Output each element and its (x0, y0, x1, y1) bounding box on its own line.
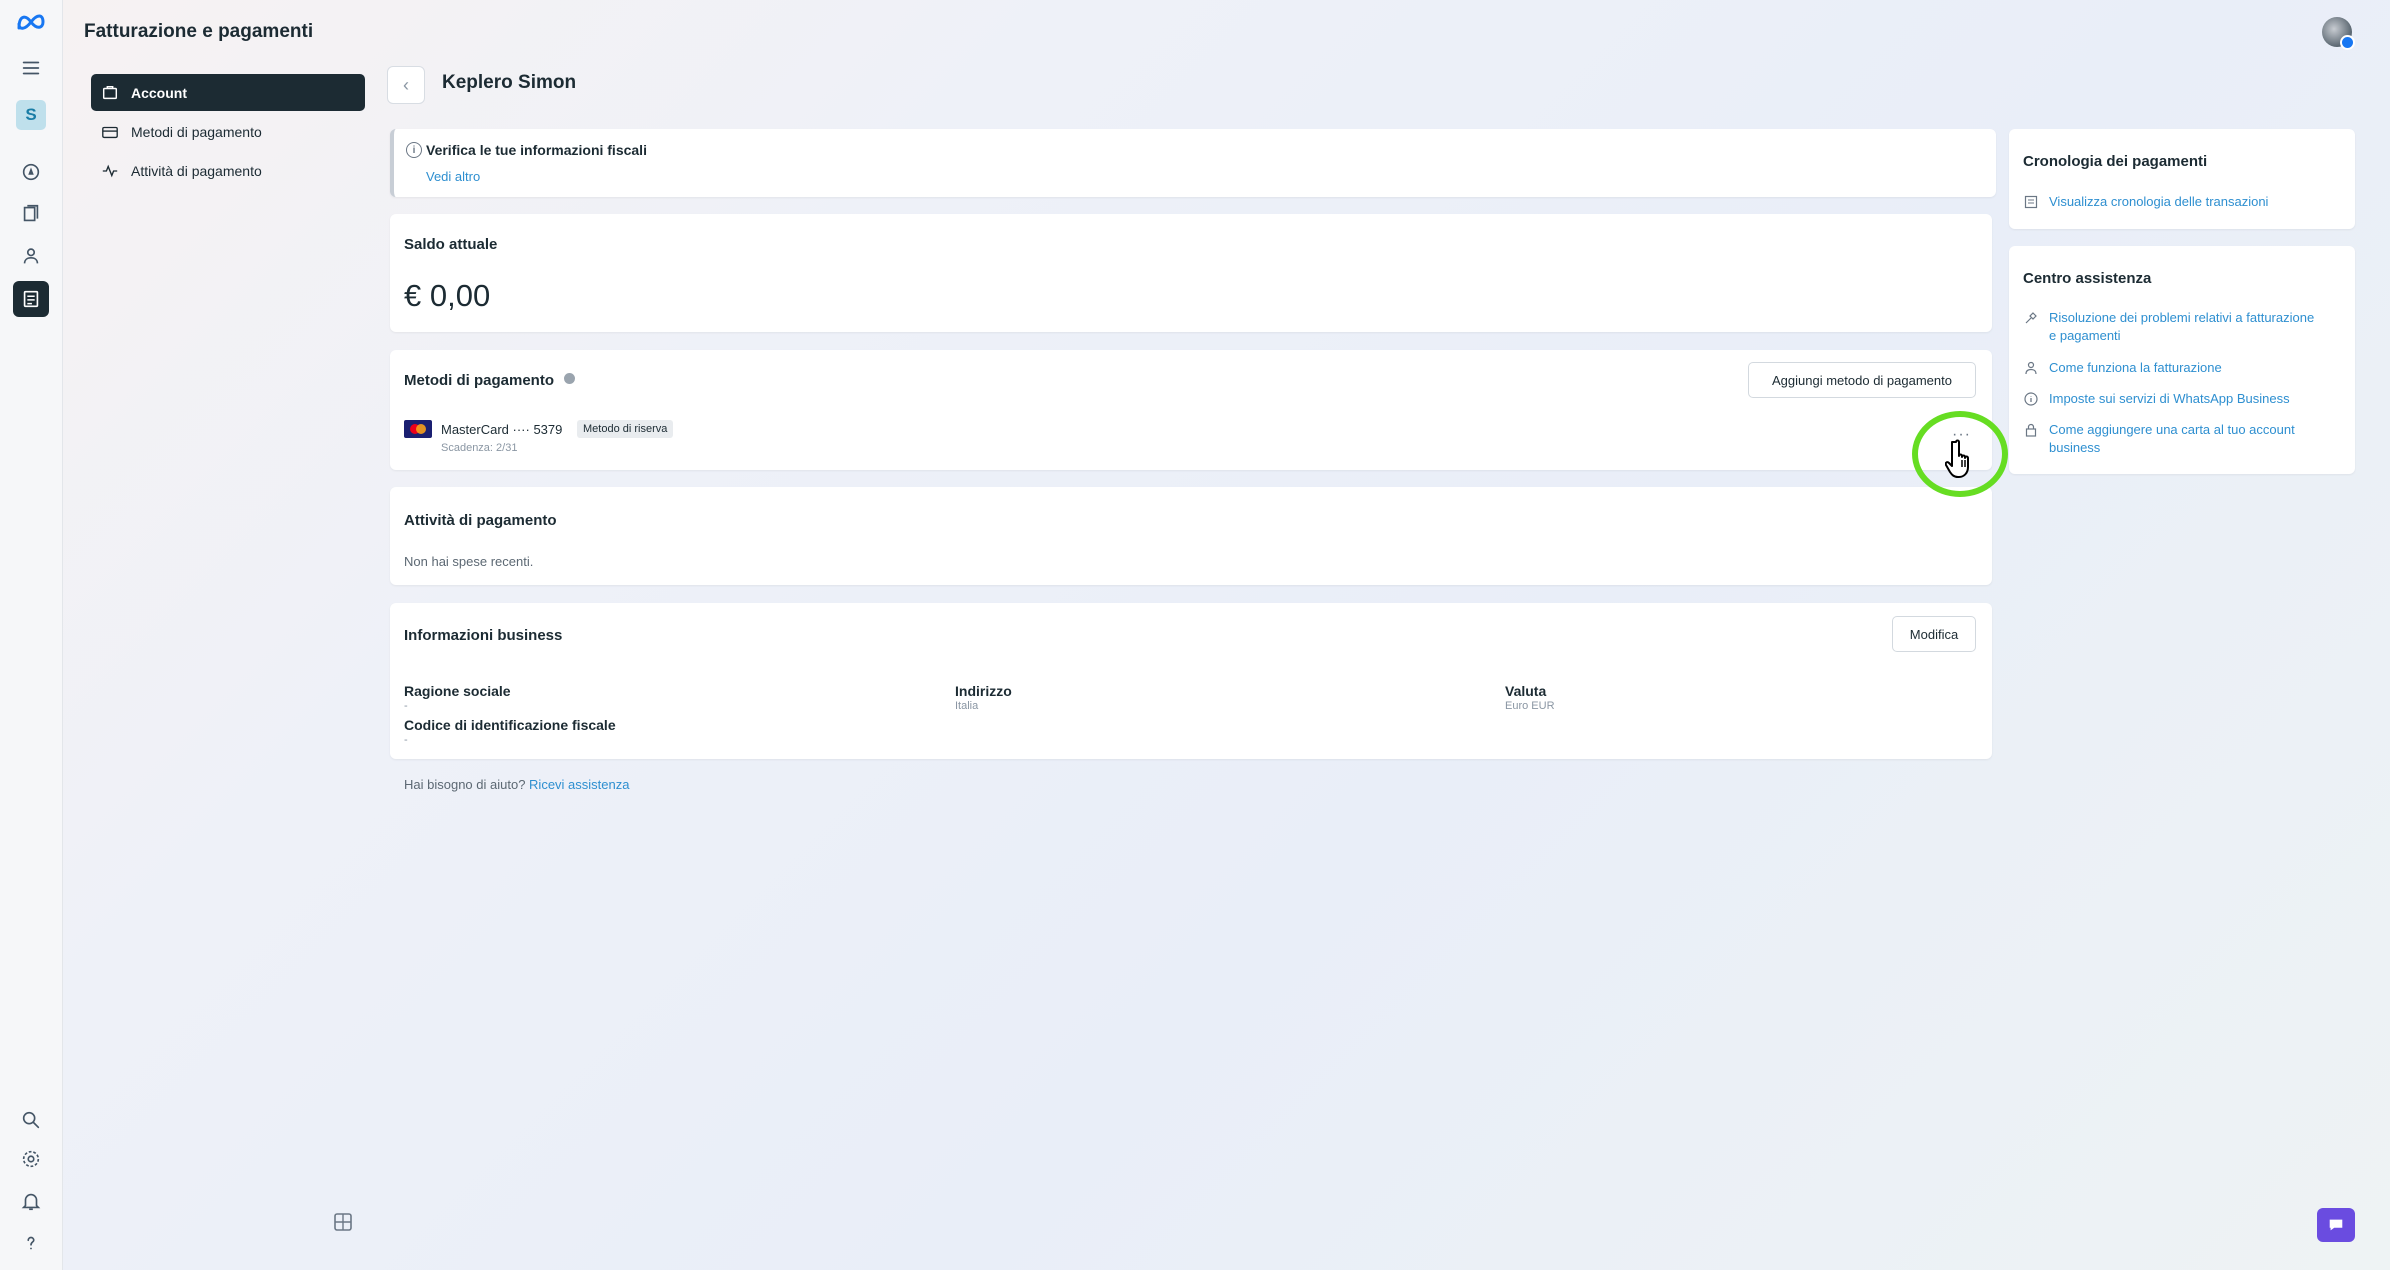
card-expiry: Scadenza: 2/31 (441, 442, 518, 454)
help-icon[interactable] (13, 1225, 49, 1261)
chevron-left-icon: ‹ (403, 74, 409, 95)
sidenav-item-label: Metodi di pagamento (131, 123, 262, 140)
add-payment-method-button[interactable]: Aggiungi metodo di pagamento (1748, 362, 1976, 398)
help-link-how-billing-works[interactable]: Come funziona la fatturazione (2023, 359, 2323, 377)
gear-icon[interactable] (13, 1141, 49, 1177)
app: S Fatturazione e pagamenti Account Metod… (0, 0, 2390, 1270)
payment-history-title: Cronologia dei pagamenti (2023, 153, 2208, 170)
business-info-card: Informazioni business Modifica Ragione s… (390, 603, 1992, 759)
verify-tax-info-banner: i Verifica le tue informazioni fiscali V… (390, 129, 1996, 197)
payment-history-card: Cronologia dei pagamenti Visualizza cron… (2009, 129, 2355, 229)
tools-icon (2025, 312, 2037, 324)
avatar[interactable] (2322, 17, 2355, 50)
field-value-currency: Euro EUR (1505, 700, 1555, 712)
info-icon (2024, 392, 2038, 406)
help-center-title: Centro assistenza (2023, 270, 2152, 287)
meta-logo-icon[interactable] (13, 4, 49, 40)
lock-icon (2025, 423, 2037, 437)
chat-icon (2329, 1219, 2343, 1231)
chat-button[interactable] (2317, 1208, 2355, 1242)
credit-card-icon (102, 126, 118, 138)
field-label-tax-id: Codice di identificazione fiscale (404, 717, 616, 733)
payment-activity-card: Attività di pagamento Non hai spese rece… (390, 487, 1992, 585)
get-help-link[interactable]: Ricevi assistenza (529, 777, 629, 792)
business-info-title: Informazioni business (404, 627, 563, 644)
balance-value: € 0,00 (404, 278, 491, 313)
sidenav-item-account[interactable]: Account (91, 74, 365, 111)
account-icon (102, 85, 118, 99)
balance-title: Saldo attuale (404, 236, 498, 253)
edit-button[interactable]: Modifica (1892, 616, 1976, 652)
bell-icon[interactable] (13, 1183, 49, 1219)
payment-methods-title: Metodi di pagamento (404, 372, 554, 389)
help-text: Hai bisogno di aiuto? (404, 777, 526, 792)
link-label: Imposte sui servizi di WhatsApp Business (2049, 391, 2290, 406)
person-icon (2025, 361, 2037, 375)
payment-methods-card: Metodi di pagamento Aggiungi metodo di p… (390, 350, 1992, 470)
verify-title: Verifica le tue informazioni fiscali (426, 142, 647, 158)
left-rail: S (0, 0, 63, 1270)
help-center-card: Centro assistenza Risoluzione dei proble… (2009, 246, 2355, 474)
payment-activity-title: Attività di pagamento (404, 512, 557, 529)
people-icon[interactable] (13, 238, 49, 274)
help-link-troubleshooting[interactable]: Risoluzione dei problemi relativi a fatt… (2023, 309, 2323, 345)
help-link-whatsapp-taxes[interactable]: Imposte sui servizi di WhatsApp Business (2023, 390, 2323, 408)
link-label: Visualizza cronologia delle transazioni (2049, 194, 2269, 209)
sidenav-item-payment-methods[interactable]: Metodi di pagamento (91, 113, 365, 150)
info-icon[interactable] (564, 373, 575, 384)
sidenav-item-label: Account (131, 84, 187, 101)
view-transaction-history-link[interactable]: Visualizza cronologia delle transazioni (2023, 193, 2268, 211)
see-more-link[interactable]: Vedi altro (426, 169, 480, 184)
field-label-address: Indirizzo (955, 683, 1012, 699)
billing-sidenav: Account Metodi di pagamento Attività di … (91, 74, 365, 191)
link-label: Come aggiungere una carta al tuo account… (2049, 422, 2295, 455)
menu-icon[interactable] (13, 50, 49, 86)
help-link-add-card[interactable]: Come aggiungere una carta al tuo account… (2023, 421, 2323, 457)
backup-method-badge: Metodo di riserva (577, 420, 674, 438)
account-name: Keplero Simon (442, 72, 577, 93)
info-icon: i (406, 142, 422, 158)
search-icon[interactable] (13, 1102, 49, 1138)
balance-card: Saldo attuale € 0,00 (390, 214, 1992, 332)
field-value-company-name: - (404, 700, 408, 712)
payment-activity-empty: Non hai spese recenti. (404, 554, 534, 569)
link-label: Risoluzione dei problemi relativi a fatt… (2049, 310, 2315, 343)
field-label-currency: Valuta (1505, 683, 1547, 699)
field-value-tax-id: - (404, 734, 408, 746)
business-badge-icon[interactable]: S (16, 100, 46, 130)
billing-icon[interactable] (13, 281, 49, 317)
field-value-address: Italia (955, 700, 979, 712)
help-line: Hai bisogno di aiuto? Ricevi assistenza (404, 777, 629, 792)
pages-icon[interactable] (13, 196, 49, 232)
field-label-company-name: Ragione sociale (404, 683, 511, 699)
document-icon (2024, 195, 2038, 209)
activity-icon (102, 164, 118, 177)
back-button[interactable]: ‹ (387, 66, 425, 104)
card-name: MasterCard ···· 5379 (441, 422, 563, 437)
collapse-panel-icon[interactable] (333, 1212, 353, 1232)
hand-pointer-icon (1945, 439, 1969, 478)
compass-icon[interactable] (13, 154, 49, 190)
mastercard-icon (404, 420, 432, 438)
link-label: Come funziona la fatturazione (2049, 360, 2222, 375)
sidenav-item-payment-activity[interactable]: Attività di pagamento (91, 152, 365, 189)
page-title: Fatturazione e pagamenti (84, 21, 314, 42)
sidenav-item-label: Attività di pagamento (131, 162, 262, 179)
